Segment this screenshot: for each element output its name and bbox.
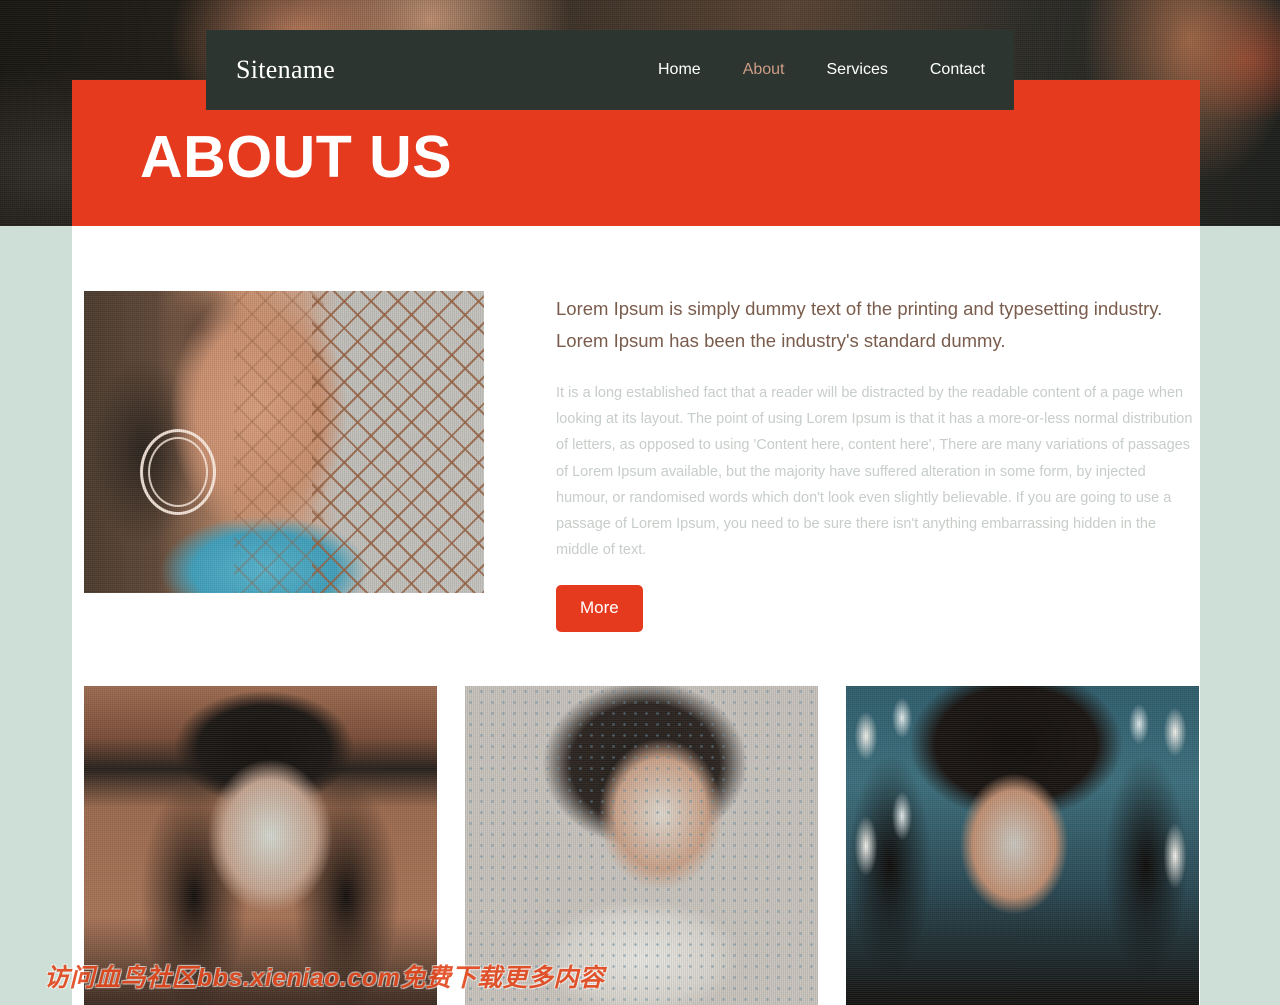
nav-item-home[interactable]: Home (658, 61, 701, 79)
gallery-item-3[interactable] (846, 686, 1199, 1005)
nav-item-about[interactable]: About (743, 61, 785, 79)
site-brand[interactable]: Sitename (236, 55, 335, 85)
nav-link-about[interactable]: About (743, 61, 785, 78)
fence-mesh (312, 291, 484, 593)
gallery-photo-bob (465, 686, 818, 1005)
about-text-block: Lorem Ipsum is simply dummy text of the … (556, 293, 1200, 633)
navbar: Sitename Home About Services Contact (206, 30, 1014, 110)
gallery-dot-texture (465, 686, 818, 1005)
gallery-item-2[interactable] (465, 686, 818, 1005)
gallery-lights-left (846, 696, 918, 946)
fence-mesh-soft (234, 291, 324, 593)
nav-item-services[interactable]: Services (827, 61, 888, 79)
about-lead-paragraph: Lorem Ipsum is simply dummy text of the … (556, 298, 1163, 351)
gallery-row (84, 686, 1200, 1005)
more-button[interactable]: More (556, 585, 643, 633)
nav-link-contact[interactable]: Contact (930, 61, 985, 78)
gallery-lights-right (1119, 696, 1199, 946)
about-image (84, 291, 484, 593)
hoop-earring-inner (148, 437, 208, 507)
content-sheet: Lorem Ipsum is simply dummy text of the … (72, 226, 1200, 1005)
nav-link-home[interactable]: Home (658, 61, 701, 78)
nav-item-contact[interactable]: Contact (930, 61, 985, 79)
gallery-item-1[interactable] (84, 686, 437, 1005)
about-body-paragraph: It is a long established fact that a rea… (556, 385, 1193, 559)
nav-link-services[interactable]: Services (827, 61, 888, 78)
about-image-photo (84, 291, 484, 593)
nav-links: Home About Services Contact (658, 61, 985, 79)
gallery-photo-beret (84, 686, 437, 1005)
page-title: ABOUT US (140, 124, 453, 190)
gallery-photo-lights (846, 686, 1199, 1005)
